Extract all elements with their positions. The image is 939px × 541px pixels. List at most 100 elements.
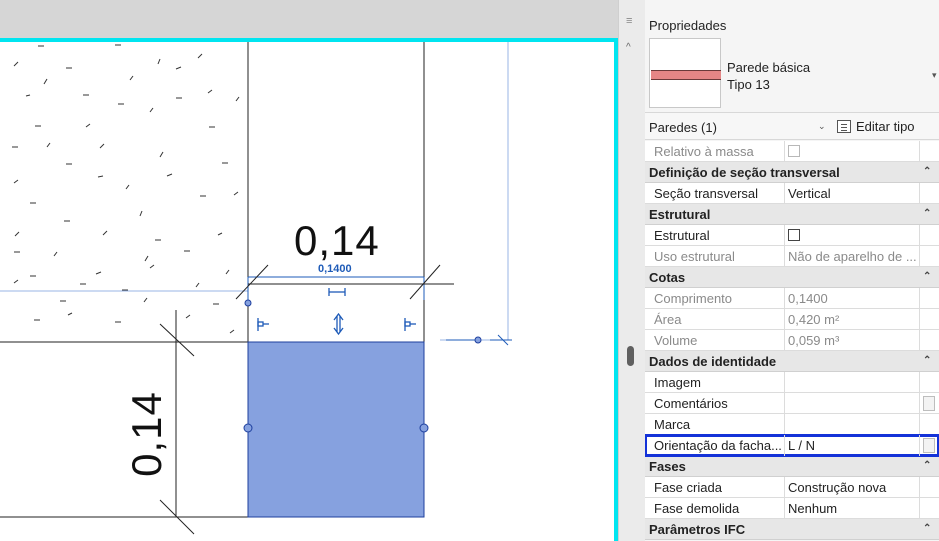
property-extra: [919, 141, 939, 162]
property-label: Uso estrutural: [654, 249, 735, 264]
property-value: 0,059 m³: [784, 330, 919, 351]
dimension-grip-right[interactable]: [474, 336, 482, 344]
property-value[interactable]: [784, 225, 919, 246]
property-extra: [919, 372, 939, 393]
group-label: Parâmetros IFC: [649, 522, 746, 537]
group-header[interactable]: Dados de identidade ⌃: [645, 351, 939, 372]
property-value[interactable]: [784, 393, 919, 414]
palette-title: Propriedades: [649, 18, 727, 33]
chevron-down-icon[interactable]: ⌄: [818, 121, 826, 132]
properties-palette: Propriedades Parede básica Tipo 13 ▾ Par…: [645, 0, 939, 541]
property-extra: [919, 183, 939, 204]
property-extra: [919, 246, 939, 267]
property-label: Fase demolida: [654, 501, 740, 516]
group-label: Cotas: [649, 270, 686, 285]
edit-text-button[interactable]: [923, 396, 935, 411]
dimension-text-top: 0,14: [294, 217, 380, 264]
wall-end-grip-right[interactable]: [419, 423, 429, 433]
properties-table: Relativo à massa Definição de seção tran…: [645, 141, 939, 540]
double-chevron-up-icon[interactable]: ⌃: [923, 208, 931, 219]
group-label: Estrutural: [649, 207, 711, 222]
temporary-dimension[interactable]: [0, 42, 512, 346]
wall-end-grip-left[interactable]: [243, 423, 253, 433]
scroll-up-icon[interactable]: ^: [626, 42, 631, 53]
type-selector[interactable]: Parede básica Tipo 13 ▾: [645, 36, 939, 112]
checkbox: [788, 145, 800, 157]
edit-type-icon: [837, 120, 851, 133]
property-value[interactable]: Vertical: [784, 183, 919, 204]
edit-value-button[interactable]: [923, 438, 935, 453]
property-row-orientacao[interactable]: Orientação da facha... L / N: [645, 434, 939, 457]
property-extra[interactable]: [919, 393, 939, 414]
property-value: Não de aparelho de ...: [784, 246, 919, 267]
menu-icon[interactable]: ≡: [626, 16, 632, 27]
type-name-label: Tipo 13: [727, 77, 770, 92]
property-value[interactable]: [784, 372, 919, 393]
property-extra[interactable]: [919, 435, 939, 456]
dimension-text-left: 0,14: [122, 391, 170, 477]
canvas-scrollbar[interactable]: ≡ ^: [618, 0, 645, 541]
group-header[interactable]: Cotas ⌃: [645, 267, 939, 288]
property-extra: [919, 309, 939, 330]
property-row[interactable]: Comentários: [645, 393, 939, 414]
property-value[interactable]: Nenhum: [784, 498, 919, 519]
flip-wall-left-icon[interactable]: [257, 318, 269, 331]
property-extra: [919, 225, 939, 246]
property-extra: [919, 477, 939, 498]
group-label: Dados de identidade: [649, 354, 777, 369]
move-dimension-witness-icon[interactable]: [328, 288, 346, 296]
edit-type-button[interactable]: Editar tipo: [837, 117, 915, 137]
group-header[interactable]: Parâmetros IFC ⌃: [645, 519, 939, 540]
flip-wall-right-icon[interactable]: [404, 318, 416, 331]
property-value: [784, 141, 919, 162]
double-chevron-up-icon[interactable]: ⌃: [923, 271, 931, 282]
property-row[interactable]: Seção transversal Vertical: [645, 183, 939, 204]
group-header[interactable]: Fases ⌃: [645, 456, 939, 477]
property-row[interactable]: Marca: [645, 414, 939, 435]
wall-swatch: [651, 70, 721, 80]
property-row: Volume 0,059 m³: [645, 330, 939, 351]
filter-label: Paredes (1): [649, 120, 717, 135]
property-label: Comentários: [654, 396, 728, 411]
plan-drawing: [0, 42, 512, 535]
property-extra: [919, 330, 939, 351]
scrollbar-thumb[interactable]: [627, 346, 634, 366]
property-row[interactable]: Imagem: [645, 372, 939, 393]
double-chevron-up-icon[interactable]: ⌃: [923, 460, 931, 471]
double-chevron-up-icon[interactable]: ⌃: [923, 355, 931, 366]
dimension-grip-left[interactable]: [244, 299, 252, 307]
property-label: Comprimento: [654, 291, 733, 306]
property-value: 0,420 m²: [784, 309, 919, 330]
flip-orientation-icon[interactable]: [333, 312, 344, 336]
temporary-dimension-value[interactable]: 0,1400: [318, 263, 352, 275]
double-chevron-up-icon[interactable]: ⌃: [923, 523, 931, 534]
property-label: Fase criada: [654, 480, 722, 495]
chevron-down-icon[interactable]: ▾: [932, 70, 937, 81]
property-label: Estrutural: [654, 228, 710, 243]
property-value[interactable]: L / N: [784, 435, 919, 456]
edit-type-label: Editar tipo: [856, 119, 915, 134]
selected-wall[interactable]: [247, 341, 425, 518]
property-label: Orientação da facha...: [654, 438, 782, 453]
instance-filter[interactable]: Paredes (1) ⌄ Editar tipo: [645, 112, 939, 140]
group-header[interactable]: Estrutural ⌃: [645, 204, 939, 225]
property-value[interactable]: Construção nova: [784, 477, 919, 498]
property-row[interactable]: Fase criada Construção nova: [645, 477, 939, 498]
group-header[interactable]: Definição de seção transversal ⌃: [645, 162, 939, 183]
group-label: Fases: [649, 459, 686, 474]
concrete-hatch: [12, 44, 240, 334]
checkbox[interactable]: [788, 229, 800, 241]
drawing-canvas[interactable]: 0,14 0,1400 0,14: [0, 0, 618, 541]
property-value[interactable]: [784, 414, 919, 435]
property-row: Relativo à massa: [645, 141, 939, 162]
property-value: 0,1400: [784, 288, 919, 309]
property-extra: [919, 414, 939, 435]
property-row[interactable]: Fase demolida Nenhum: [645, 498, 939, 519]
property-row: Uso estrutural Não de aparelho de ...: [645, 246, 939, 267]
revit-window: 0,14 0,1400 0,14 ≡ ^ Propriedades Parede…: [0, 0, 939, 541]
property-label: Seção transversal: [654, 186, 759, 201]
double-chevron-up-icon[interactable]: ⌃: [923, 166, 931, 177]
property-row[interactable]: Estrutural: [645, 225, 939, 246]
property-label: Relativo à massa: [654, 144, 754, 159]
property-row: Área 0,420 m²: [645, 309, 939, 330]
